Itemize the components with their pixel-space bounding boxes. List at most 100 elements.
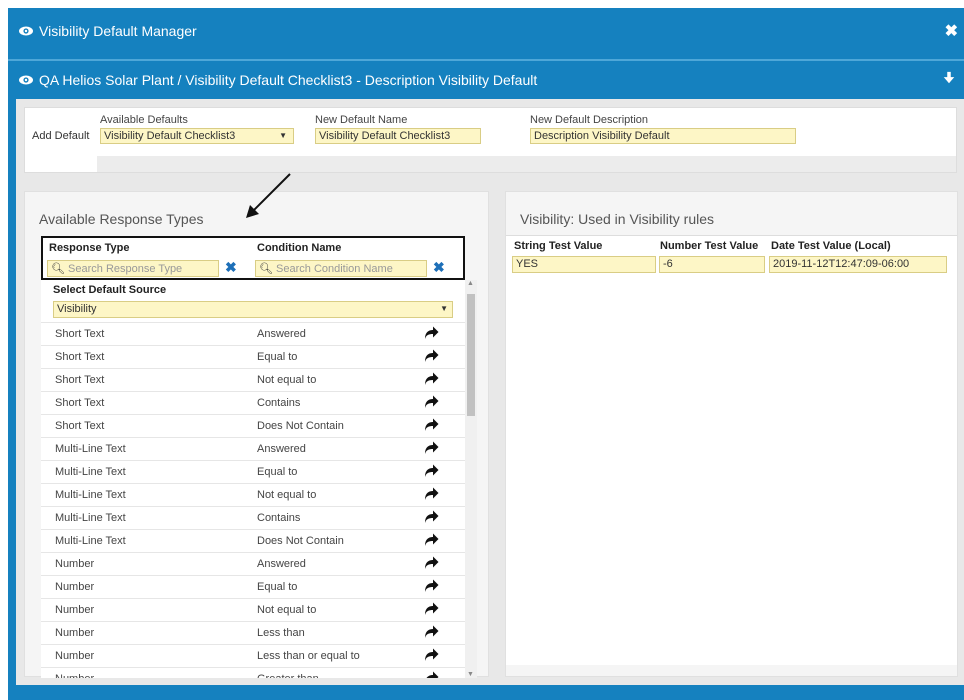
condition-name-cell: Equal to [257,351,298,363]
dialog-titlebar: Visibility Default Manager ✖ [8,8,964,53]
available-defaults-select[interactable]: Visibility Default Checklist3 ▼ [100,128,294,144]
filter-header: Response Type Condition Name 🔍︎ Search R… [41,236,465,280]
arrow-down-icon[interactable] [942,70,956,86]
select-default-source-label: Select Default Source [53,284,167,296]
eye-icon [19,75,33,85]
string-test-value-header: String Test Value [514,240,603,252]
list-item[interactable]: Multi-Line Text Does Not Contain [41,529,465,552]
condition-name-cell: Answered [257,558,306,570]
condition-name-cell: Greater than [257,673,319,678]
share-arrow-icon[interactable] [423,671,439,678]
list-item[interactable]: Multi-Line Text Answered [41,437,465,460]
scroll-up-icon[interactable]: ▲ [467,280,474,287]
response-type-list: Select Default Source Visibility ▼ Short… [41,280,465,678]
share-arrow-icon[interactable] [423,349,439,363]
response-type-cell: Short Text [55,397,105,409]
eye-icon [19,26,33,35]
list-scrollbar[interactable]: ▲ ▼ [465,280,477,678]
list-item[interactable]: Short Text Equal to [41,345,465,368]
response-type-cell: Short Text [55,351,105,363]
panel-title: Available Response Types [39,211,204,227]
condition-name-cell: Not equal to [257,374,317,386]
share-arrow-icon[interactable] [423,464,439,478]
share-arrow-icon[interactable] [423,602,439,616]
share-arrow-icon[interactable] [423,395,439,409]
default-source-value: Visibility [57,303,97,315]
caret-down-icon: ▼ [440,304,448,313]
available-defaults-value: Visibility Default Checklist3 [104,130,236,142]
list-item[interactable]: Number Greater than [41,667,465,678]
response-type-cell: Number [55,627,95,639]
response-type-header: Response Type [49,242,130,254]
content-area: Add Default Available Defaults Visibilit… [16,99,964,685]
list-item[interactable]: Short Text Not equal to [41,368,465,391]
condition-name-cell: Not equal to [257,604,317,616]
list-item[interactable]: Number Equal to [41,575,465,598]
response-type-cell: Number [55,558,95,570]
clear-condition-name-icon[interactable]: ✖ [433,259,445,276]
number-test-value-header: Number Test Value [660,240,759,252]
annotation-arrow-icon [246,173,291,218]
share-arrow-icon[interactable] [423,625,439,639]
response-type-cell: Short Text [55,420,105,432]
string-test-value-input[interactable]: YES [512,256,656,273]
condition-name-cell: Less than or equal to [257,650,360,662]
share-arrow-icon[interactable] [423,556,439,570]
response-type-cell: Multi-Line Text [55,443,126,455]
search-condition-name-input[interactable]: 🔍︎ Search Condition Name [255,260,427,277]
list-item[interactable]: Number Not equal to [41,598,465,621]
share-arrow-icon[interactable] [423,533,439,547]
caret-down-icon: ▼ [279,131,287,140]
search-response-type-input[interactable]: 🔍︎ Search Response Type [47,260,219,277]
breadcrumb-bar: QA Helios Solar Plant / Visibility Defau… [8,59,964,99]
close-icon[interactable]: ✖ [945,21,958,41]
list-item[interactable]: Multi-Line Text Contains [41,506,465,529]
list-item[interactable]: Multi-Line Text Not equal to [41,483,465,506]
new-default-description-input[interactable]: Description Visibility Default [530,128,796,144]
share-arrow-icon[interactable] [423,648,439,662]
list-item[interactable]: Multi-Line Text Equal to [41,460,465,483]
condition-name-cell: Equal to [257,466,298,478]
search-icon: 🔍︎ [259,263,273,275]
search-condition-name-placeholder: Search Condition Name [276,263,393,275]
response-type-cell: Number [55,673,94,678]
share-arrow-icon[interactable] [423,326,439,340]
share-arrow-icon[interactable] [423,441,439,455]
condition-name-cell: Equal to [257,581,298,593]
list-item[interactable]: Short Text Does Not Contain [41,414,465,437]
breadcrumb: QA Helios Solar Plant / Visibility Defau… [39,72,538,88]
date-test-value-input[interactable]: 2019-11-12T12:47:09-06:00 [769,256,947,273]
new-default-name-input[interactable]: Visibility Default Checklist3 [315,128,481,144]
clear-response-type-icon[interactable]: ✖ [225,259,237,276]
available-defaults-field: Available Defaults Visibility Default Ch… [100,114,294,144]
list-item[interactable]: Number Answered [41,552,465,575]
scrollbar-thumb[interactable] [467,294,475,416]
response-type-cell: Multi-Line Text [55,466,126,478]
list-item[interactable]: Number Less than [41,621,465,644]
default-source-select[interactable]: Visibility ▼ [53,301,453,318]
response-type-cell: Short Text [55,328,105,340]
condition-name-cell: Contains [257,512,301,524]
response-type-cell: Number [55,604,95,616]
condition-name-header: Condition Name [257,242,342,254]
available-response-types-panel: Available Response Types Response Type C… [24,191,489,678]
date-test-value-header: Date Test Value (Local) [771,240,891,252]
condition-name-cell: Does Not Contain [257,420,344,432]
search-icon: 🔍︎ [51,263,65,275]
list-item[interactable]: Short Text Contains [41,391,465,414]
share-arrow-icon[interactable] [423,579,439,593]
share-arrow-icon[interactable] [423,487,439,501]
new-default-description-field: New Default Description Description Visi… [530,114,796,144]
share-arrow-icon[interactable] [423,418,439,432]
number-test-value-input[interactable]: -6 [659,256,765,273]
scroll-down-icon[interactable]: ▼ [467,671,474,678]
list-item[interactable]: Short Text Answered [41,322,465,345]
list-item[interactable]: Number Less than or equal to [41,644,465,667]
response-type-cell: Number [55,650,95,662]
response-type-cell: Multi-Line Text [55,512,126,524]
dialog-title: Visibility Default Manager [39,22,197,39]
share-arrow-icon[interactable] [423,372,439,386]
condition-name-cell: Answered [257,328,306,340]
share-arrow-icon[interactable] [423,510,439,524]
visibility-rules-panel: Visibility: Used in Visibility rules Str… [505,191,958,677]
